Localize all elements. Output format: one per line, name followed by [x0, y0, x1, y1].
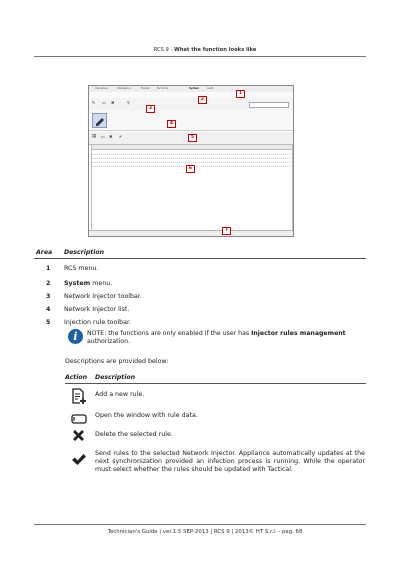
callout-1: 1 — [236, 90, 245, 98]
area-description: Network Injector toolbar. — [64, 293, 142, 300]
area-row: 5 Injection rule toolbar. — [36, 319, 131, 326]
search-box — [249, 102, 289, 108]
delete-rule-icon: ✖ — [109, 134, 113, 139]
action-description: Send rules to the selected Network Injec… — [95, 450, 365, 474]
area-table-header: Area Description — [36, 249, 104, 256]
note-bold: Injector rules management — [251, 330, 346, 337]
note-prefix: NOTE: the functions are only enabled if … — [87, 330, 252, 337]
injector-icon — [96, 118, 104, 126]
area-number: 5 — [46, 319, 51, 326]
action-column-header: Action — [65, 374, 88, 381]
rcs-screenshot: Operations Intelligence Monitor Technica… — [88, 85, 294, 237]
header-product: RCS 9 — [153, 47, 169, 53]
pencil-icon: ✎ — [92, 100, 96, 105]
edit-rule-icon: ▭ — [101, 134, 105, 139]
pin-icon: ⚲ — [127, 100, 130, 105]
callout-2: 2 — [198, 96, 207, 104]
area-description: RCS menu. — [64, 265, 99, 272]
callout-3: 3 — [146, 105, 155, 113]
checkmark-icon — [71, 452, 89, 470]
area-table-rule — [34, 258, 366, 259]
action-table-header: Action Description — [65, 374, 135, 381]
area-row: 3 Network Injector toolbar. — [36, 293, 142, 300]
info-icon: i — [68, 329, 83, 344]
area-row: 1 RCS menu. — [36, 265, 98, 272]
area-description: menu. — [90, 280, 113, 287]
area-number: 2 — [46, 280, 51, 287]
callout-7: 7 — [222, 227, 231, 235]
action-row: Delete the selected rule. — [65, 428, 366, 446]
status-bar — [89, 230, 293, 236]
add-rule-icon: ▤ — [92, 134, 97, 139]
action-description: Delete the selected rule. — [95, 431, 173, 438]
action-row: Open the window with rule data. — [65, 408, 366, 426]
add-rule-icon — [71, 388, 89, 406]
footer-rule — [34, 524, 366, 525]
delete-icon — [71, 428, 89, 446]
rules-table — [91, 144, 293, 232]
menu-item-intelligence: Intelligence — [117, 87, 131, 90]
header-title: What the function looks like — [174, 47, 257, 53]
action-description: Add a new rule. — [95, 391, 145, 398]
action-description: Open the window with rule data. — [95, 412, 198, 419]
area-number: 1 — [46, 265, 51, 272]
action-row: Send rules to the selected Network Injec… — [65, 450, 366, 490]
header-rule — [34, 56, 366, 57]
area-column-header: Area — [36, 249, 53, 256]
menu-item-audit: Audit — [207, 87, 214, 90]
menu-item-operations: Operations — [95, 87, 109, 90]
area-number: 4 — [46, 306, 51, 313]
area-row: 4 Network Injector list. — [36, 306, 129, 313]
note-suffix: authorization. — [87, 338, 130, 345]
menu-item-system: System — [189, 87, 199, 90]
send-rules-icon: ✔ — [119, 134, 123, 139]
action-table-rule — [65, 383, 366, 384]
description-column-header: Description — [64, 249, 105, 256]
area-description-bold: System — [64, 280, 91, 287]
area-description: Network Injector list. — [64, 306, 130, 313]
page-footer: Technician's Guide | ver.1.5 SEP-2013 | … — [107, 529, 303, 535]
edit-rule-icon — [71, 410, 89, 428]
note-text: NOTE: the functions are only enabled if … — [87, 330, 347, 346]
page-header: RCS 9 - What the function looks like — [60, 47, 350, 53]
area-description: Injection rule toolbar. — [64, 319, 131, 326]
descriptions-intro: Descriptions are provided below: — [65, 358, 169, 365]
network-injector-list — [89, 110, 293, 131]
injector-item — [92, 113, 107, 128]
callout-4: 4 — [167, 120, 176, 128]
area-number: 3 — [46, 293, 51, 300]
delete-icon: ✖ — [111, 100, 115, 105]
area-row: 2 System menu. — [36, 280, 112, 287]
menu-item-technical: Technical — [157, 87, 168, 90]
menu-item-monitor: Monitor — [141, 87, 151, 90]
action-row: Add a new rule. — [65, 388, 366, 408]
callout-5: 5 — [188, 134, 197, 142]
edit-icon: ▭ — [102, 100, 106, 105]
description-column-header: Description — [95, 374, 136, 381]
callout-6: 6 — [186, 165, 195, 173]
